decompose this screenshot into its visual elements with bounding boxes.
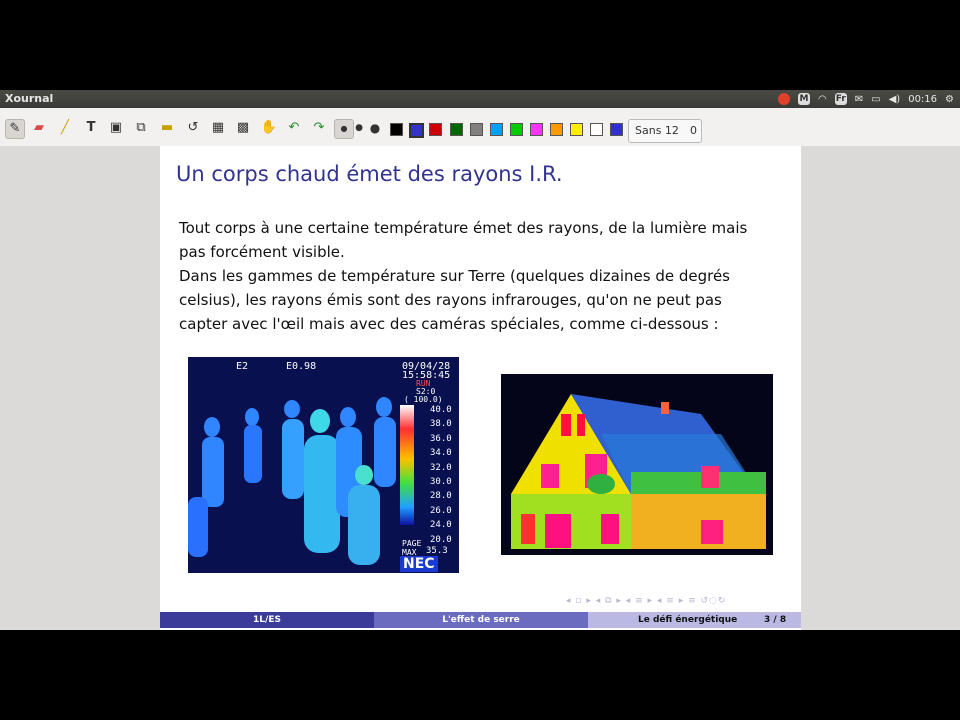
scale-label: 38.0: [430, 419, 452, 430]
paragraph-line: celsius), les rayons émis sont des rayon…: [179, 291, 722, 309]
window-title: Xournal: [5, 92, 54, 105]
nec-logo: NEC: [400, 556, 438, 572]
slide-footer: 1L/ES L'effet de serre Le défi énergétiq…: [160, 612, 801, 628]
beamer-navigation[interactable]: ◂ ▫ ▸ ◂ ⧉ ▸ ◂ ≡ ▸ ◂ ≡ ▸ ≡ ↺◌↻: [566, 596, 726, 606]
scale-label: 24.0: [430, 520, 452, 531]
paragraph-line: Dans les gammes de température sur Terre…: [179, 267, 730, 285]
undo-icon[interactable]: ↶: [285, 119, 303, 137]
color-swatch-magenta[interactable]: [530, 123, 543, 136]
paragraph-line: capter avec l'œil mais avec des caméras …: [179, 315, 719, 333]
color-swatch-green[interactable]: [450, 123, 463, 136]
mail-m-icon[interactable]: M: [798, 93, 811, 105]
scale-label: 28.0: [430, 491, 452, 502]
record-indicator-icon[interactable]: [778, 93, 791, 105]
system-tray: M ◠ Fr ✉ ▭ ◀) 00:16 ⚙: [778, 91, 954, 107]
scale-label: 34.0: [430, 448, 452, 459]
lasso-icon[interactable]: ↺: [184, 119, 202, 137]
color-swatch-orange[interactable]: [550, 123, 563, 136]
envelope-icon[interactable]: ✉: [855, 94, 863, 105]
battery-icon[interactable]: ▭: [871, 94, 880, 105]
font-extra: 0: [690, 124, 697, 137]
scale-label: 26.0: [430, 505, 452, 516]
scale-label: 36.0: [430, 433, 452, 444]
thermal-emissivity: E0.98: [286, 361, 317, 372]
color-swatch-light-green[interactable]: [510, 123, 523, 136]
eraser-icon[interactable]: ▰: [30, 119, 48, 137]
volume-icon[interactable]: ◀): [889, 94, 901, 105]
font-selector-button[interactable]: Sans 12 0: [628, 119, 702, 143]
color-swatch-light-blue[interactable]: [490, 123, 503, 136]
footer-center: L'effet de serre: [374, 612, 588, 628]
scale-label: 20.0: [430, 534, 452, 545]
footer-page-number: 3 / 8: [764, 615, 787, 625]
slide-paragraph: Tout corps à une certaine température ém…: [179, 216, 789, 336]
color-swatch-red[interactable]: [429, 123, 442, 136]
thermal-image-people: E2 E0.98 09/04/28 15:58:45 RUN S2:0 ( 10…: [188, 357, 459, 573]
wifi-icon[interactable]: ◠: [818, 94, 827, 105]
scale-label: 32.0: [430, 462, 452, 473]
paragraph-line: pas forcément visible.: [179, 243, 345, 261]
hand-icon[interactable]: ✋: [260, 119, 278, 137]
window-title-bar: Xournal M ◠ Fr ✉ ▭ ◀) 00:16 ⚙: [0, 90, 960, 108]
thermal-label-e2: E2: [236, 361, 249, 372]
footer-right: Le défi énergétique: [638, 615, 738, 625]
thermal-max-value: 35.3: [426, 546, 448, 556]
clock[interactable]: 00:16: [908, 94, 937, 105]
image-icon[interactable]: ▣: [107, 119, 125, 137]
thermal-page-label: PAGE: [402, 539, 422, 548]
paragraph-line: Tout corps à une certaine température ém…: [179, 219, 748, 237]
color-swatch-blue[interactable]: [409, 123, 424, 138]
ruler-icon[interactable]: ▬: [158, 119, 176, 137]
keyboard-layout-indicator[interactable]: Fr: [834, 93, 847, 105]
scale-label: 40.0: [430, 405, 452, 415]
thick-stroke-icon[interactable]: ●: [366, 119, 384, 137]
slide-title: Un corps chaud émet des rayons I.R.: [176, 162, 563, 186]
shape-icon[interactable]: ⧉: [132, 119, 150, 137]
color-swatch-yellow[interactable]: [570, 123, 583, 136]
slide-page[interactable]: Un corps chaud émet des rayons I.R. Tout…: [160, 146, 801, 630]
pen-icon[interactable]: ✎: [5, 119, 25, 139]
footer-right-block: Le défi énergétique 3 / 8: [588, 612, 801, 628]
text-icon[interactable]: T: [82, 119, 100, 137]
select-region-icon[interactable]: ▩: [234, 119, 252, 137]
color-swatch-black[interactable]: [390, 123, 403, 136]
redo-icon[interactable]: ↷: [310, 119, 328, 137]
scale-label: 30.0: [430, 477, 452, 488]
thermal-image-house: [501, 374, 773, 555]
color-swatch-white[interactable]: [590, 123, 603, 136]
highlighter-icon[interactable]: ╱: [56, 119, 74, 137]
thermal-scale-labels: 40.0 38.0 36.0 34.0 32.0 30.0 28.0 26.0 …: [430, 403, 452, 547]
gear-icon[interactable]: ⚙: [945, 94, 954, 105]
footer-left: 1L/ES: [160, 612, 374, 628]
font-name: Sans 12: [635, 124, 679, 137]
color-swatch-gray[interactable]: [470, 123, 483, 136]
select-rectangle-icon[interactable]: ▦: [209, 119, 227, 137]
color-swatch-custom[interactable]: [610, 123, 623, 136]
